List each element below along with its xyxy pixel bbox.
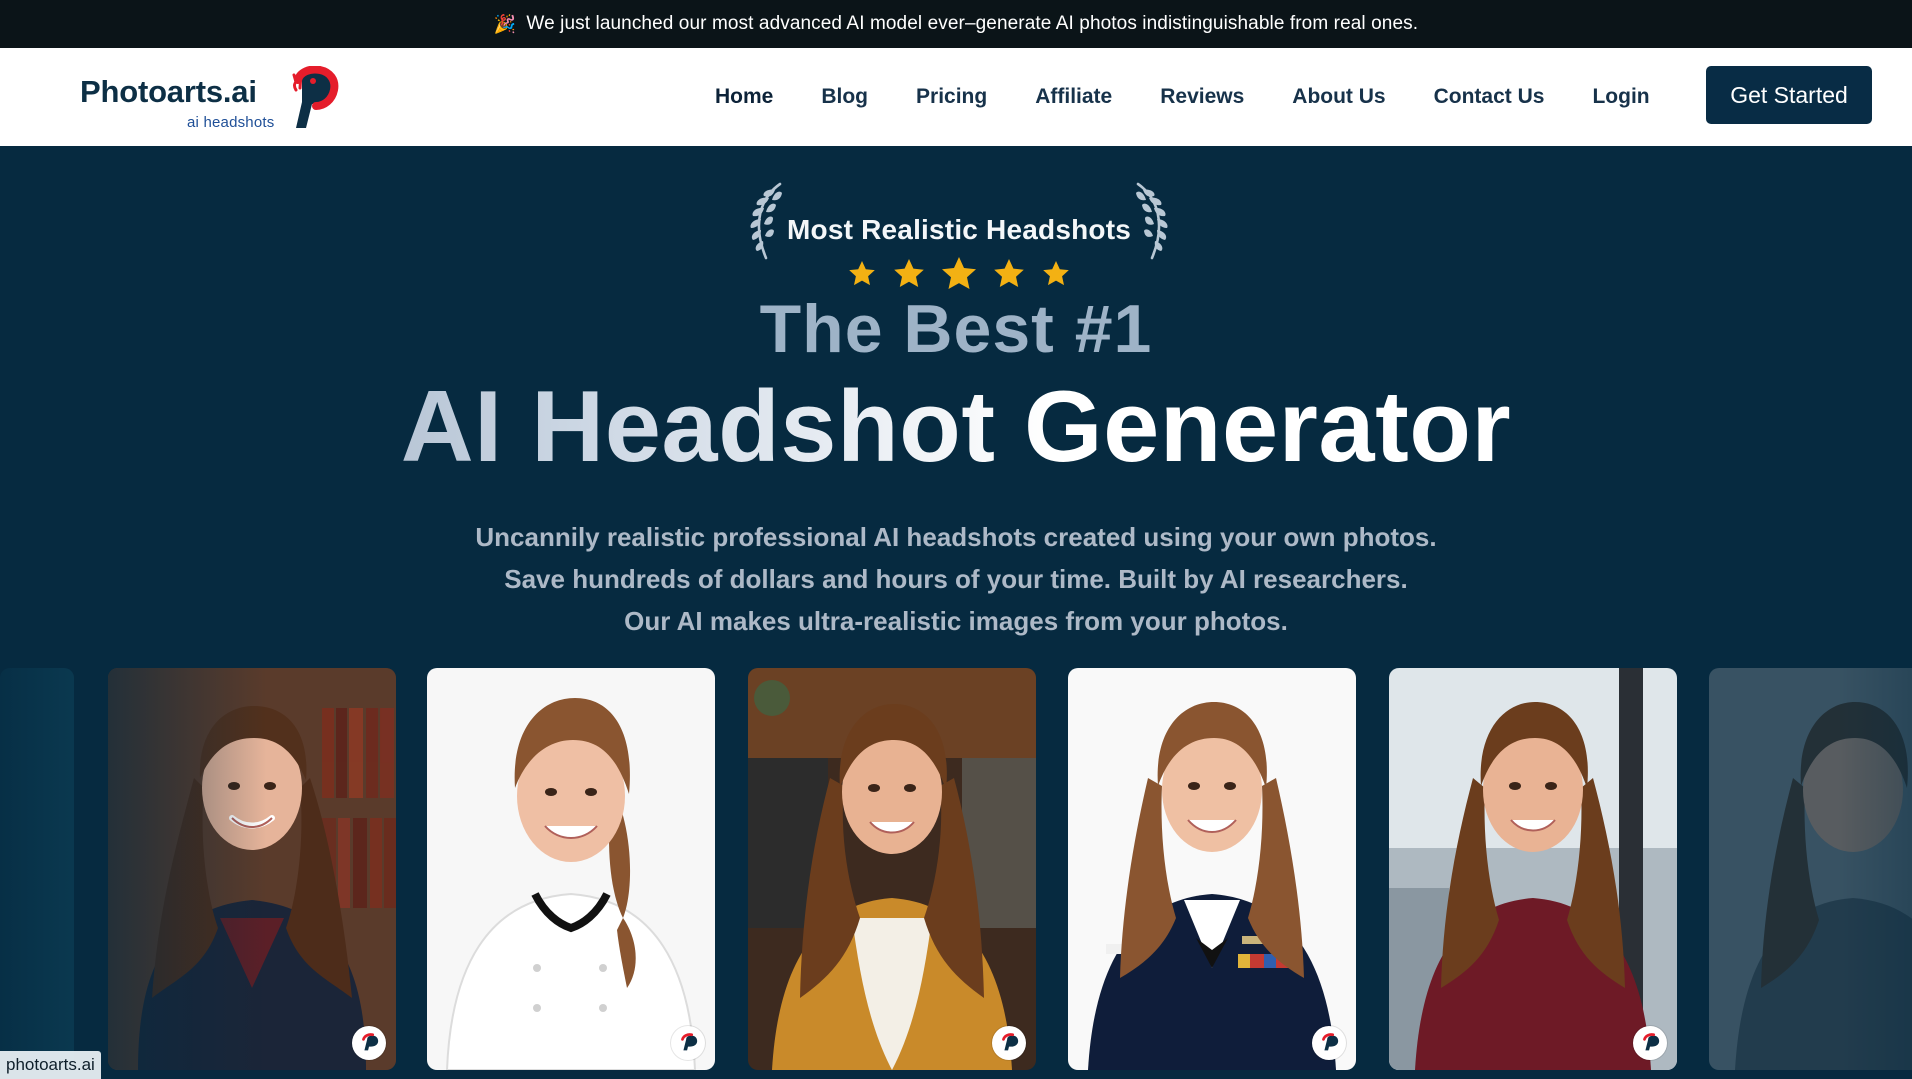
nav-login[interactable]: Login (1592, 48, 1649, 146)
gallery-card[interactable] (1068, 668, 1356, 1070)
announcement-text: We just launched our most advanced AI mo… (526, 13, 1419, 34)
nav-pricing[interactable]: Pricing (916, 48, 987, 146)
nav-reviews[interactable]: Reviews (1160, 48, 1244, 146)
headshot-gallery (0, 668, 1912, 1079)
photoarts-watermark-icon (992, 1026, 1026, 1060)
gallery-card[interactable] (1709, 668, 1912, 1070)
gallery-card[interactable] (108, 668, 396, 1070)
hero-section: Most Realistic Headshots The Best #1 AI … (0, 146, 1912, 1079)
star-icon (942, 257, 976, 289)
photoarts-watermark-icon (352, 1026, 386, 1060)
burgundy-blouse-headshot (1389, 668, 1677, 1070)
nav-home[interactable]: Home (715, 48, 774, 146)
mustard-blazer-headshot (748, 668, 1036, 1070)
gallery-card[interactable] (748, 668, 1036, 1070)
photoarts-p-logo-icon (292, 66, 339, 128)
star-icon (894, 259, 924, 287)
gallery-card[interactable] (427, 668, 715, 1070)
subtext-line-3: Our AI makes ultra-realistic images from… (624, 606, 1288, 636)
badge-title: Most Realistic Headshots (787, 214, 1131, 245)
military-uniform-headshot (1068, 668, 1356, 1070)
logo-title: Photoarts.ai (80, 74, 257, 109)
nav-affiliate[interactable]: Affiliate (1035, 48, 1112, 146)
main-nav: Home Blog Pricing Affiliate Reviews Abou… (715, 48, 1650, 146)
nav-about-us[interactable]: About Us (1292, 48, 1385, 146)
logo-subtitle: ai headshots (187, 114, 275, 131)
photoarts-watermark-icon (671, 1026, 705, 1060)
photoarts-watermark-icon (1312, 1026, 1346, 1060)
gallery-card-partial-left (0, 668, 74, 1070)
get-started-button[interactable]: Get Started (1706, 66, 1872, 124)
gallery-card[interactable] (1389, 668, 1677, 1070)
nav-contact-us[interactable]: Contact Us (1434, 48, 1545, 146)
star-icon (849, 261, 875, 286)
site-tag: photoarts.ai (0, 1051, 101, 1079)
headline-small: The Best #1 (759, 291, 1153, 367)
star-icon (1043, 261, 1069, 286)
rating-badge: Most Realistic Headshots (742, 180, 1176, 289)
announcement-bar: 🎉 We just launched our most advanced AI … (0, 0, 1912, 48)
hero-subtext: Uncannily realistic professional AI head… (0, 516, 1912, 642)
subtext-line-1: Uncannily realistic professional AI head… (475, 522, 1437, 552)
nav-blog[interactable]: Blog (821, 48, 868, 146)
site-logo[interactable]: Photoarts.ai ai headshots (80, 66, 340, 136)
chef-headshot (427, 668, 715, 1070)
subtext-line-2: Save hundreds of dollars and hours of yo… (504, 564, 1408, 594)
headline-main: AI Headshot Generator (0, 370, 1912, 485)
site-header: Photoarts.ai ai headshots Home Blog Pric… (0, 48, 1912, 147)
party-popper-icon: 🎉 (493, 13, 517, 34)
star-icon (994, 259, 1024, 287)
photoarts-watermark-icon (1633, 1026, 1667, 1060)
